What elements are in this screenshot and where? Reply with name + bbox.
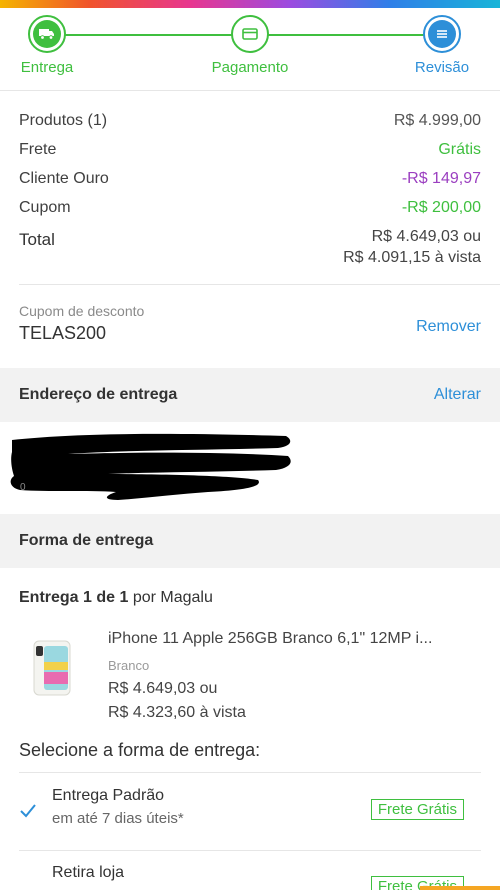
shipping-option-store-pickup[interactable]: Retira loja Frete Grátis <box>19 864 481 890</box>
redacted-address: 0 <box>10 433 291 500</box>
summary-label: Produtos (1) <box>19 111 108 129</box>
delivery-seller: Magalu <box>160 589 213 606</box>
divider <box>19 284 500 285</box>
product-cash-price: R$ 4.323,60 à vista <box>108 704 246 721</box>
product-item[interactable]: iPhone 11 Apple 256GB Branco 6,1" 12MP i… <box>32 630 482 725</box>
step-label: Entrega <box>20 59 74 76</box>
delivery-label: Entrega 1 de 1 <box>19 589 129 606</box>
step-entrega-circle <box>28 15 66 53</box>
summary-value: R$ 4.999,00 <box>393 111 481 129</box>
product-price: R$ 4.649,03 ou <box>108 680 218 697</box>
step-entrega[interactable]: Entrega <box>0 15 107 76</box>
svg-text:0: 0 <box>20 482 26 493</box>
divider <box>0 90 500 91</box>
change-address-link[interactable]: Alterar <box>434 386 481 404</box>
remove-coupon-link[interactable]: Remover <box>416 318 481 336</box>
total-installment: R$ 4.649,03 ou <box>371 228 481 245</box>
product-image <box>33 640 71 696</box>
shipping-form-header: Forma de entrega <box>0 514 500 568</box>
address-header: Endereço de entrega Alterar <box>0 368 500 422</box>
summary-total: Total R$ 4.649,03 ou R$ 4.091,15 à vista <box>19 226 481 268</box>
list-icon <box>437 30 447 38</box>
summary-row-gold-client: Cliente Ouro -R$ 149,97 <box>19 164 481 193</box>
step-revisao[interactable]: Revisão <box>382 15 500 76</box>
summary-row-coupon: Cupom -R$ 200,00 <box>19 193 481 222</box>
address-title: Endereço de entrega <box>19 386 178 403</box>
option-name: Retira loja <box>52 864 125 881</box>
divider <box>19 850 481 851</box>
summary-label: Cliente Ouro <box>19 169 109 187</box>
bottom-accent <box>420 886 500 890</box>
step-revisao-circle <box>423 15 461 53</box>
truck-icon <box>39 29 54 40</box>
coupon-section: Cupom de desconto TELAS200 Remover <box>19 303 481 344</box>
total-label: Total <box>19 230 55 249</box>
card-icon <box>242 28 258 40</box>
step-label: Revisão <box>414 59 470 76</box>
order-summary: Produtos (1) R$ 4.999,00 Frete Grátis Cl… <box>19 106 481 268</box>
summary-value: -R$ 200,00 <box>401 198 481 216</box>
summary-label: Cupom <box>19 198 71 216</box>
step-pagamento[interactable]: Pagamento <box>190 15 310 76</box>
divider <box>19 772 481 773</box>
shipping-option-standard[interactable]: Entrega Padrão em até 7 dias úteis* Fret… <box>19 787 481 839</box>
summary-label: Frete <box>19 140 57 158</box>
option-deadline: em até 7 dias úteis* <box>52 810 184 827</box>
delivery-seller-prefix: por <box>132 589 156 606</box>
top-color-bar <box>0 0 500 8</box>
summary-value: Grátis <box>438 140 481 158</box>
total-value: R$ 4.649,03 ou R$ 4.091,15 à vista <box>343 226 481 268</box>
select-shipping-title: Selecione a forma de entrega: <box>19 740 261 760</box>
shipping-form-title: Forma de entrega <box>19 532 154 549</box>
coupon-code: TELAS200 <box>19 323 107 343</box>
option-name: Entrega Padrão <box>52 787 165 804</box>
checkout-stepper: Entrega Pagamento Revisão <box>0 15 500 85</box>
summary-row-shipping: Frete Grátis <box>19 135 481 164</box>
step-pagamento-circle <box>231 15 269 53</box>
summary-row-products: Produtos (1) R$ 4.999,00 <box>19 106 481 135</box>
delivery-header: Entrega 1 de 1 por Magalu <box>19 589 213 607</box>
total-cash: R$ 4.091,15 à vista <box>343 249 481 266</box>
product-name: iPhone 11 Apple 256GB Branco 6,1" 12MP i… <box>108 630 433 647</box>
check-icon <box>20 804 36 818</box>
step-label: Pagamento <box>211 59 289 76</box>
coupon-label: Cupom de desconto <box>19 303 145 319</box>
product-color: Branco <box>108 658 150 673</box>
summary-value: -R$ 149,97 <box>401 169 481 187</box>
free-shipping-badge: Frete Grátis <box>370 799 464 820</box>
